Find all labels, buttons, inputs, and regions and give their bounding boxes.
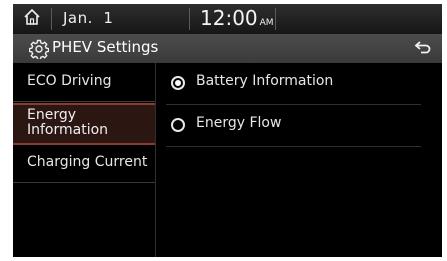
date-display: Jan. 1 [63, 9, 114, 27]
radio-button[interactable] [171, 118, 185, 132]
option-label: Energy Flow [196, 115, 282, 131]
status-divider [275, 8, 276, 30]
radio-button[interactable] [171, 76, 185, 90]
gear-icon [28, 39, 50, 63]
option-battery-information[interactable]: Battery Information [166, 63, 421, 105]
page-title: PHEV Settings [52, 38, 159, 56]
status-divider [189, 8, 190, 30]
sidebar-divider [155, 63, 156, 257]
home-icon [23, 8, 41, 30]
option-energy-flow[interactable]: Energy Flow [166, 105, 421, 147]
back-arrow-icon [414, 39, 432, 58]
sidebar-item-label-line2: Information [27, 122, 109, 138]
status-bar: Jan. 1 12:00 AM [13, 4, 442, 34]
screen: Jan. 1 12:00 AM PHEV Settings ECO Drivin… [13, 4, 442, 257]
sidebar: ECO Driving Energy Information Charging … [13, 63, 155, 257]
radio-selected-dot [175, 80, 181, 86]
clock-ampm: AM [259, 18, 274, 28]
clock-display: 12:00 AM [200, 6, 274, 30]
sidebar-item-label: ECO Driving [27, 73, 112, 89]
clock-time: 12:00 [200, 6, 258, 30]
option-label: Battery Information [196, 73, 334, 89]
sidebar-item-charging-current[interactable]: Charging Current [13, 146, 155, 183]
home-button[interactable] [13, 4, 51, 34]
title-bar: PHEV Settings [13, 34, 442, 63]
sidebar-item-energy-information[interactable]: Energy Information [13, 103, 155, 145]
sidebar-item-label-line1: Energy [27, 107, 77, 123]
back-button[interactable] [404, 36, 442, 61]
status-divider [51, 8, 52, 30]
sidebar-item-eco-driving[interactable]: ECO Driving [13, 63, 155, 102]
sidebar-item-label: Charging Current [27, 154, 148, 170]
